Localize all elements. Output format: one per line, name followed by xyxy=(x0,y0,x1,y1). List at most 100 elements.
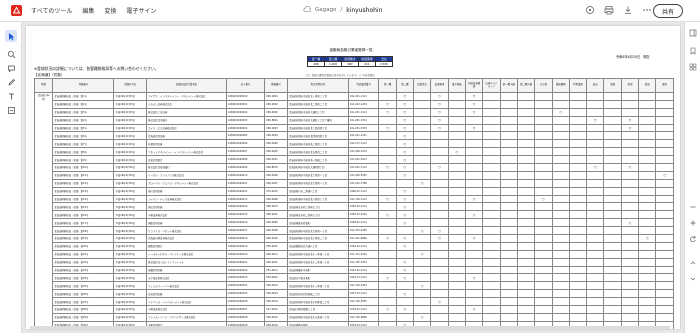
cell-mark xyxy=(499,297,518,307)
text-tool-icon[interactable] xyxy=(5,90,17,102)
cell-mark xyxy=(586,139,605,149)
zoom-in-icon[interactable] xyxy=(688,218,698,228)
thumbnails-icon[interactable] xyxy=(688,62,698,72)
cell-mark xyxy=(568,139,588,149)
cell-mark xyxy=(516,312,536,322)
cell-mark: 〇 xyxy=(395,115,415,125)
cell-reg: 北海道財務局長（金商）第22号 xyxy=(52,257,115,267)
file-name[interactable]: kinyushohin xyxy=(346,7,382,14)
cell-mark xyxy=(568,241,588,251)
cell-mark: 〇 xyxy=(534,194,553,204)
page-down-icon[interactable] xyxy=(688,274,698,284)
cell-mark xyxy=(603,147,622,157)
cell-mark xyxy=(534,202,553,212)
cell-addr: 北海道札幌市中央区北七条西一丁目 xyxy=(286,178,349,188)
cell-mark xyxy=(603,170,622,180)
cell-mark xyxy=(482,210,501,220)
cell-mark xyxy=(534,218,553,228)
zoom-out-icon[interactable] xyxy=(688,202,698,212)
cell-mark xyxy=(430,281,449,291)
menu-all-tools[interactable]: すべてのツール xyxy=(31,6,72,15)
cell-mark xyxy=(551,226,570,236)
cell-mark xyxy=(430,178,449,188)
cell-mark xyxy=(638,281,657,291)
cell-mark xyxy=(447,155,466,165)
cell-mark xyxy=(638,147,657,157)
cell-reg: 北海道財務局長（金商）第25号 xyxy=(52,281,115,291)
page-up-icon[interactable] xyxy=(688,258,698,268)
cell-reg: 北海道財務局長（金商）第23号 xyxy=(52,265,115,275)
cell-mark xyxy=(586,218,605,228)
select-cursor-icon[interactable] xyxy=(5,30,17,42)
cell-mark xyxy=(551,241,570,251)
cell-mark xyxy=(534,257,553,267)
cell-name: 旭川信用金庫 xyxy=(146,186,227,196)
comment-icon[interactable] xyxy=(5,62,17,74)
cell-tel: 011-222-1234 xyxy=(347,99,380,109)
cell-mark xyxy=(516,99,536,109)
cell-mark xyxy=(378,241,397,251)
menu-e-sign[interactable]: 電子サイン xyxy=(126,6,156,15)
cell-mark xyxy=(638,163,657,172)
download-icon[interactable] xyxy=(622,4,634,16)
cell-mark xyxy=(568,312,588,322)
breadcrumb-separator: / xyxy=(340,7,343,13)
summary-value: 1,200 xyxy=(324,61,342,67)
cell-addr: 北海道札幌市中央区北八条西三丁目 xyxy=(286,194,349,204)
cell-date: 平成19年9月30日 xyxy=(113,289,148,299)
document-note: （注）登録の種別は業務の区分を示しています。（）内は登録先 xyxy=(304,74,375,77)
cell-corp: 1430001000023 xyxy=(225,273,266,283)
more-icon[interactable] xyxy=(641,4,653,16)
menu-convert[interactable]: 変換 xyxy=(104,6,116,15)
cell-mark xyxy=(516,147,536,157)
cell-addr: 北海道札幌市中央区南一条東二丁目 xyxy=(286,155,349,165)
panel-toggle-icon[interactable] xyxy=(688,28,698,38)
stamp-icon[interactable] xyxy=(5,104,17,116)
cell-mark xyxy=(413,99,432,109)
cell-mark: 〇 xyxy=(395,305,415,314)
rotate-icon[interactable] xyxy=(688,234,698,244)
cell-mark: 〇 xyxy=(395,170,415,180)
cell-mark xyxy=(482,147,501,157)
cell-mark xyxy=(655,226,674,236)
cell-mark xyxy=(430,139,449,149)
share-button[interactable]: 共有 xyxy=(653,4,683,18)
print-icon[interactable] xyxy=(603,4,615,16)
cell-mark xyxy=(603,226,622,236)
horizontal-scrollbar[interactable] xyxy=(30,326,670,329)
bookmark-icon[interactable] xyxy=(688,46,698,56)
ai-assistant-icon[interactable] xyxy=(584,4,596,16)
cell-date: 平成19年9月30日 xyxy=(113,281,148,291)
acrobat-logo-icon[interactable] xyxy=(9,4,23,18)
cell-mark xyxy=(655,155,674,165)
cell-name: ウェルスパートナー株式会社 xyxy=(146,281,227,291)
cell-mark xyxy=(447,115,466,125)
cell-date: 平成19年9月30日 xyxy=(113,107,148,117)
cell-mark xyxy=(516,92,536,101)
cell-mark xyxy=(551,281,570,291)
cell-zip: 060-0007 xyxy=(264,178,288,188)
cell-mark xyxy=(603,131,622,141)
cell-date: 平成19年9月30日 xyxy=(113,115,148,125)
cell-corp: 1430001000026 xyxy=(225,297,266,307)
cell-addr: 北海道札幌市中央区大通西三丁目 xyxy=(286,107,349,117)
cell-mark: 〇 xyxy=(464,92,484,101)
breadcrumb-root[interactable]: Gagago xyxy=(315,7,336,13)
cell-mark xyxy=(482,257,501,267)
cell-zip: 070-0032 xyxy=(264,186,288,196)
cell-name: 株式会社ほくほくフィナンシャル xyxy=(146,257,227,267)
cell-corp: 1430001000005 xyxy=(225,131,266,141)
cell-mark xyxy=(482,202,501,212)
menu-edit[interactable]: 編集 xyxy=(82,6,94,15)
column-header: 登録 xyxy=(603,78,622,93)
cell-mark xyxy=(378,249,397,259)
cell-mark xyxy=(603,92,622,101)
cell-mark xyxy=(378,281,397,291)
cell-zip: 080-0013 xyxy=(264,202,288,212)
cell-date: 平成19年9月30日 xyxy=(113,186,148,196)
cell-tel: 011-700-1111 xyxy=(347,194,380,204)
cell-addr: 北海道札幌市中央区北九条西一丁目 xyxy=(286,226,349,236)
zoom-icon[interactable] xyxy=(5,48,17,60)
draw-pen-icon[interactable] xyxy=(5,76,17,88)
cell-mark xyxy=(534,92,553,101)
